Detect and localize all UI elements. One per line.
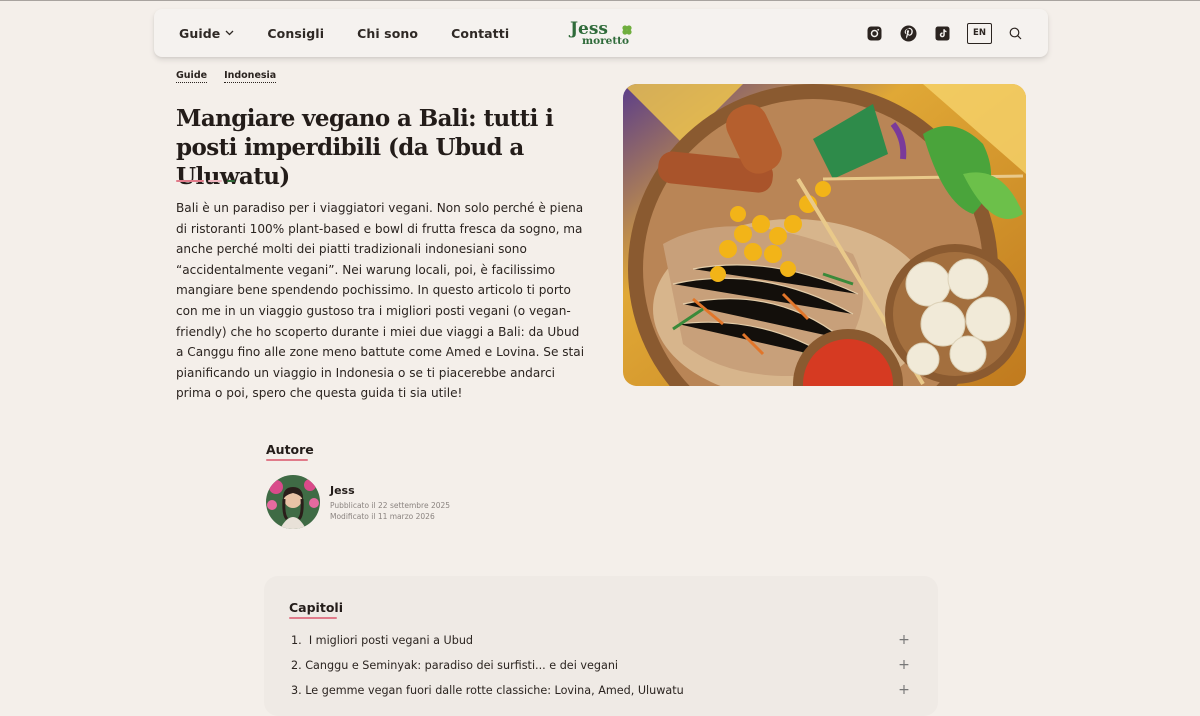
nav-guide[interactable]: Guide — [179, 26, 234, 41]
chapter-item-2[interactable]: 2. Canggu e Seminyak: paradiso dei surfi… — [291, 655, 911, 675]
chapter-item-2-label: Canggu e Seminyak: paradiso dei surfisti… — [305, 658, 619, 672]
page-title: Mangiare vegano a Bali: tutti i posti im… — [176, 105, 554, 190]
nav-consigli-label: Consigli — [267, 25, 325, 41]
chapters-heading-underline — [289, 617, 337, 619]
author-heading-underline — [266, 459, 308, 461]
clover-icon — [621, 23, 633, 39]
nav-chi-sono-label: Chi sono — [357, 25, 419, 41]
article-intro: Bali è un paradiso per i viaggiatori veg… — [176, 201, 585, 401]
breadcrumb-guide[interactable]: Guide — [176, 70, 208, 83]
instagram-icon[interactable] — [865, 24, 883, 42]
expand-plus-icon[interactable]: + — [897, 632, 911, 648]
chapter-item-1-label: I migliori posti vegani a Ubud — [308, 633, 474, 647]
chapter-item-2-text: 2. Canggu e Seminyak: paradiso dei surfi… — [291, 659, 897, 672]
chapter-item-3-number: 3. — [291, 683, 302, 697]
hero-image-vegan-food-plate — [623, 84, 1026, 386]
nav-guide-label: Guide — [179, 25, 221, 41]
browser-top-border — [0, 0, 1200, 1]
chapter-item-1-number: 1. — [291, 633, 302, 647]
nav-chi-sono[interactable]: Chi sono — [357, 26, 418, 41]
title-divider-green — [227, 180, 235, 182]
chapters-heading: Capitoli — [289, 600, 343, 615]
search-icon[interactable] — [1006, 24, 1024, 42]
author-heading: Autore — [266, 442, 314, 457]
table-of-contents: Capitoli 1. I migliori posti vegani a Ub… — [264, 576, 938, 716]
title-divider-light-pink — [208, 180, 222, 182]
pinterest-icon[interactable] — [899, 24, 917, 42]
main-nav: Guide Consigli Chi sono Contatti — [179, 9, 542, 57]
nav-contatti-label: Contatti — [451, 25, 510, 41]
expand-plus-icon[interactable]: + — [897, 682, 911, 698]
avatar[interactable] — [266, 475, 320, 529]
language-switch[interactable]: EN — [967, 22, 992, 44]
published-date: Pubblicato il 22 settembre 2025 — [330, 501, 451, 510]
header-actions: EN — [849, 9, 1024, 57]
nav-contatti[interactable]: Contatti — [451, 26, 509, 41]
breadcrumb-indonesia[interactable]: Indonesia — [224, 70, 277, 83]
title-divider-pink — [176, 180, 204, 182]
tiktok-icon[interactable] — [933, 24, 951, 42]
chapter-item-3-text: 3. Le gemme vegan fuori dalle rotte clas… — [291, 684, 897, 697]
chapter-item-1-text: 1. I migliori posti vegani a Ubud — [291, 634, 897, 647]
expand-plus-icon[interactable]: + — [897, 657, 911, 673]
chapter-item-2-number: 2. — [291, 658, 302, 672]
chevron-down-icon — [225, 30, 234, 36]
nav-consigli[interactable]: Consigli — [267, 26, 324, 41]
breadcrumb: Guide Indonesia — [176, 70, 293, 83]
chapter-item-3-label: Le gemme vegan fuori dalle rotte classic… — [305, 683, 684, 697]
modified-date: Modificato il 11 marzo 2026 — [330, 512, 435, 521]
chapter-item-3[interactable]: 3. Le gemme vegan fuori dalle rotte clas… — [291, 680, 911, 700]
chapter-item-1[interactable]: 1. I migliori posti vegani a Ubud + — [291, 630, 911, 650]
site-header: Guide Consigli Chi sono Contatti Jess mo… — [154, 9, 1048, 57]
site-logo[interactable]: Jess moretto — [570, 19, 640, 49]
author-name[interactable]: Jess — [330, 484, 355, 497]
